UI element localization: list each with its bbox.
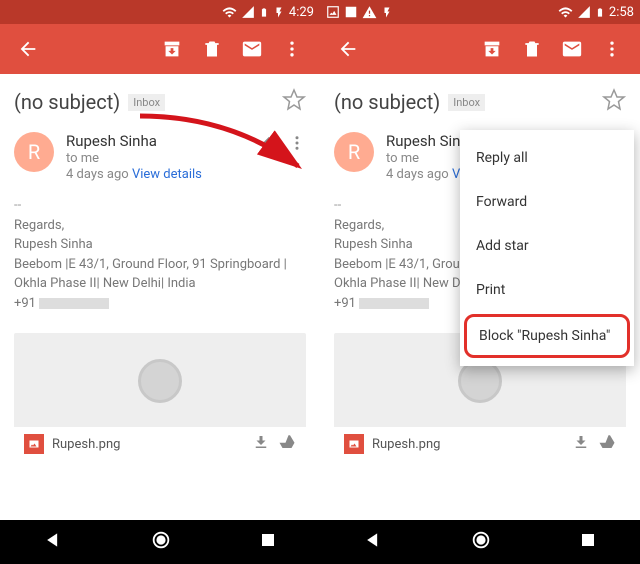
reply-button[interactable] — [260, 132, 282, 158]
view-details-link[interactable]: View details — [132, 167, 202, 182]
subject-row: (no subject) Inbox — [0, 74, 320, 124]
nav-back[interactable] — [43, 530, 63, 554]
flash-icon — [381, 5, 393, 20]
nav-recent[interactable] — [579, 531, 597, 553]
appbar — [320, 24, 640, 74]
signal-icon — [577, 5, 591, 19]
subject-text: (no subject) — [334, 90, 440, 114]
attachment-thumbnail — [138, 359, 182, 403]
sender-name[interactable]: Rupesh Sinha — [66, 132, 202, 150]
inbox-label[interactable]: Inbox — [448, 94, 485, 111]
status-time: 2:58 — [609, 5, 634, 20]
drive-icon[interactable] — [598, 433, 616, 455]
menu-block-sender[interactable]: Block "Rupesh Sinha" — [464, 314, 630, 358]
avatar[interactable]: R — [334, 132, 374, 172]
nav-home[interactable] — [150, 529, 172, 555]
appbar — [0, 24, 320, 74]
attachment-card[interactable]: Rupesh.png — [14, 333, 306, 461]
subject-row: (no subject) Inbox — [320, 74, 640, 124]
nav-recent[interactable] — [259, 531, 277, 553]
menu-forward[interactable]: Forward — [460, 180, 634, 224]
attachment-name: Rupesh.png — [372, 437, 440, 452]
navbar — [320, 520, 640, 564]
image-icon — [344, 5, 358, 19]
message-overflow-button[interactable] — [288, 132, 306, 158]
archive-button[interactable] — [472, 29, 512, 69]
battery-icon — [595, 5, 605, 20]
archive-button[interactable] — [152, 29, 192, 69]
menu-add-star[interactable]: Add star — [460, 224, 634, 268]
context-menu: Reply all Forward Add star Print Block "… — [460, 130, 634, 366]
picture-icon — [326, 5, 340, 19]
battery-icon — [259, 5, 269, 20]
subject-text: (no subject) — [14, 90, 120, 114]
flash-icon — [273, 5, 285, 20]
overflow-button[interactable] — [272, 29, 312, 69]
image-file-icon — [24, 434, 44, 454]
warning-icon — [362, 5, 377, 20]
attachment-name: Rupesh.png — [52, 437, 120, 452]
wifi-icon — [558, 5, 573, 20]
back-button[interactable] — [328, 29, 368, 69]
avatar[interactable]: R — [14, 132, 54, 172]
delete-button[interactable] — [512, 29, 552, 69]
screen-right: 2:58 (no subject) Inbox R Rupesh Sinha t… — [320, 0, 640, 564]
sender-row: R Rupesh Sinha to me 4 days ago View det… — [0, 124, 320, 190]
inbox-label[interactable]: Inbox — [128, 94, 165, 111]
menu-print[interactable]: Print — [460, 268, 634, 312]
nav-home[interactable] — [470, 529, 492, 555]
nav-back[interactable] — [363, 530, 383, 554]
download-icon[interactable] — [252, 433, 270, 455]
sender-to: to me — [66, 151, 202, 166]
email-body: -- Regards, Rupesh Sinha Beebom |E 43/1,… — [0, 190, 320, 319]
image-file-icon — [344, 434, 364, 454]
overflow-button[interactable] — [592, 29, 632, 69]
drive-icon[interactable] — [278, 433, 296, 455]
mark-unread-button[interactable] — [552, 29, 592, 69]
sender-meta: 4 days ago View details — [66, 167, 202, 182]
signal-icon — [241, 5, 255, 19]
screen-left: 4:29 (no subject) Inbox R Rupesh Sinha t… — [0, 0, 320, 564]
menu-reply-all[interactable]: Reply all — [460, 136, 634, 180]
wifi-icon — [222, 5, 237, 20]
download-icon[interactable] — [572, 433, 590, 455]
delete-button[interactable] — [192, 29, 232, 69]
star-button[interactable] — [602, 88, 626, 116]
statusbar: 4:29 — [0, 0, 320, 24]
statusbar: 2:58 — [320, 0, 640, 24]
status-time: 4:29 — [289, 5, 314, 20]
navbar — [0, 520, 320, 564]
mark-unread-button[interactable] — [232, 29, 272, 69]
back-button[interactable] — [8, 29, 48, 69]
star-button[interactable] — [282, 88, 306, 116]
